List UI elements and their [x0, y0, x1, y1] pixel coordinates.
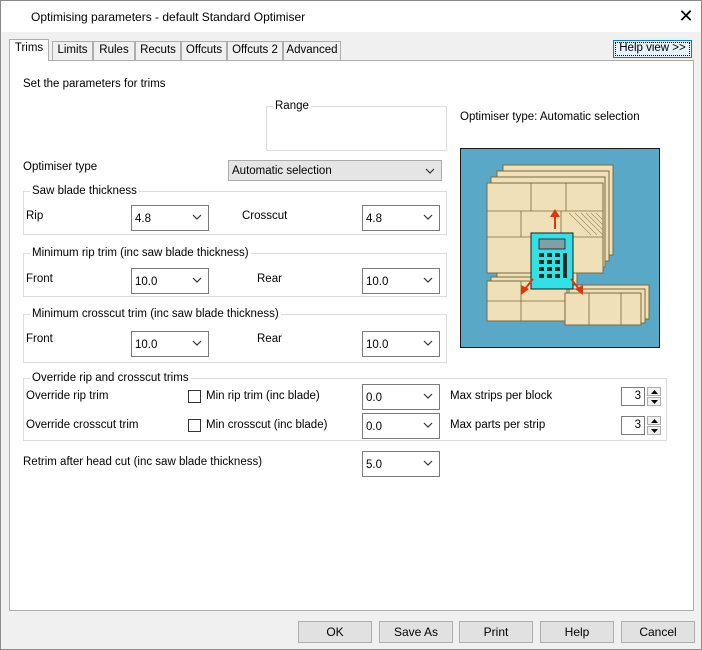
- rip-rear-value: 10.0: [366, 276, 389, 288]
- chevron-down-icon: [192, 214, 202, 220]
- range-group: [266, 106, 447, 151]
- max-strips-input[interactable]: 3: [621, 387, 645, 406]
- override-crosscut-value: 0.0: [366, 421, 382, 433]
- title-bar: Optimising parameters - default Standard…: [1, 1, 701, 32]
- tab-trims[interactable]: Trims: [9, 39, 49, 61]
- override-crosscut-select[interactable]: 0.0: [362, 413, 440, 439]
- crosscut-front-label: Front: [26, 333, 53, 345]
- optimiser-type-value: Automatic selection: [232, 165, 332, 177]
- spin-up-button[interactable]: [647, 387, 661, 396]
- chevron-down-icon: [423, 422, 433, 428]
- chevron-down-icon: [423, 214, 433, 220]
- help-button[interactable]: Help: [540, 621, 614, 643]
- print-button[interactable]: Print: [459, 621, 533, 643]
- retrim-value: 5.0: [366, 459, 382, 471]
- crosscut-rear-label: Rear: [257, 333, 282, 345]
- min-crosscut-check-label: Min crosscut (inc blade): [206, 419, 328, 431]
- crosscut-label: Crosscut: [242, 210, 288, 222]
- tab-offcuts[interactable]: Offcuts: [181, 41, 227, 60]
- help-view-button[interactable]: Help view >>: [613, 40, 692, 58]
- retrim-select[interactable]: 5.0: [362, 451, 440, 477]
- spin-up-button[interactable]: [647, 416, 661, 425]
- min-crosscut-trim-title: Minimum crosscut trim (inc saw blade thi…: [30, 308, 281, 320]
- spin-down-button[interactable]: [647, 426, 661, 435]
- chevron-down-icon: [425, 168, 435, 174]
- chevron-down-icon: [423, 393, 433, 399]
- crosscut-value: 4.8: [366, 213, 382, 225]
- intro-text: Set the parameters for trims: [23, 78, 166, 90]
- override-rip-select[interactable]: 0.0: [362, 384, 440, 410]
- tab-advanced[interactable]: Advanced: [283, 41, 341, 60]
- rip-front-label: Front: [26, 273, 53, 285]
- tab-offcuts-2[interactable]: Offcuts 2: [227, 41, 283, 60]
- override-crosscut-label: Override crosscut trim: [26, 419, 139, 431]
- crosscut-front-select[interactable]: 10.0: [131, 331, 209, 357]
- tab-rules[interactable]: Rules: [93, 41, 135, 60]
- min-rip-trim-title: Minimum rip trim (inc saw blade thicknes…: [30, 247, 251, 259]
- retrim-label: Retrim after head cut (inc saw blade thi…: [23, 456, 263, 468]
- max-parts-label: Max parts per strip: [450, 419, 546, 431]
- max-parts-spinner: [647, 416, 661, 435]
- rip-front-value: 10.0: [135, 276, 158, 288]
- crosscut-rear-value: 10.0: [366, 339, 389, 351]
- chevron-down-icon: [423, 460, 433, 466]
- arrow-up-icon: [651, 419, 658, 423]
- max-strips-spinner: [647, 387, 661, 406]
- crosscut-select[interactable]: 4.8: [362, 205, 440, 231]
- override-rip-label: Override rip trim: [26, 390, 109, 402]
- tab-limits[interactable]: Limits: [52, 41, 93, 60]
- crosscut-front-value: 10.0: [135, 339, 158, 351]
- spin-down-button[interactable]: [647, 397, 661, 406]
- arrow-up-icon: [651, 390, 658, 394]
- min-rip-trim-check-label: Min rip trim (inc blade): [206, 390, 320, 402]
- close-icon[interactable]: ✕: [671, 5, 701, 29]
- max-parts-input[interactable]: 3: [621, 416, 645, 435]
- optimiser-type-select[interactable]: Automatic selection: [228, 160, 442, 181]
- chevron-down-icon: [192, 340, 202, 346]
- tab-recuts[interactable]: Recuts: [135, 41, 181, 60]
- saw-blade-title: Saw blade thickness: [30, 185, 139, 197]
- min-crosscut-checkbox[interactable]: [188, 419, 201, 432]
- arrow-down-icon: [651, 400, 658, 404]
- override-title: Override rip and crosscut trims: [30, 372, 191, 384]
- save-as-button[interactable]: Save As: [379, 621, 453, 643]
- optimiser-type-info: Optimiser type: Automatic selection: [460, 111, 640, 123]
- crosscut-rear-select[interactable]: 10.0: [362, 331, 440, 357]
- optimiser-type-label: Optimiser type: [23, 161, 98, 173]
- rip-rear-label: Rear: [257, 273, 282, 285]
- chevron-down-icon: [423, 277, 433, 283]
- dialog-window: Optimising parameters - default Standard…: [0, 0, 702, 650]
- override-group: [23, 378, 667, 441]
- rip-rear-select[interactable]: 10.0: [362, 268, 440, 294]
- rip-front-select[interactable]: 10.0: [131, 268, 209, 294]
- max-strips-label: Max strips per block: [450, 390, 553, 402]
- arrow-down-icon: [651, 429, 658, 433]
- min-rip-trim-checkbox[interactable]: [188, 390, 201, 403]
- optimiser-illustration: [460, 148, 660, 348]
- chevron-down-icon: [423, 340, 433, 346]
- board-cutting-illustration: [486, 164, 650, 326]
- window-title: Optimising parameters - default Standard…: [31, 10, 306, 24]
- rip-select[interactable]: 4.8: [131, 205, 209, 231]
- cancel-button[interactable]: Cancel: [621, 621, 695, 643]
- rip-label: Rip: [26, 210, 44, 222]
- override-rip-value: 0.0: [366, 392, 382, 404]
- rip-value: 4.8: [135, 213, 151, 225]
- range-label: Range: [273, 100, 311, 112]
- ok-button[interactable]: OK: [298, 621, 372, 643]
- chevron-down-icon: [192, 277, 202, 283]
